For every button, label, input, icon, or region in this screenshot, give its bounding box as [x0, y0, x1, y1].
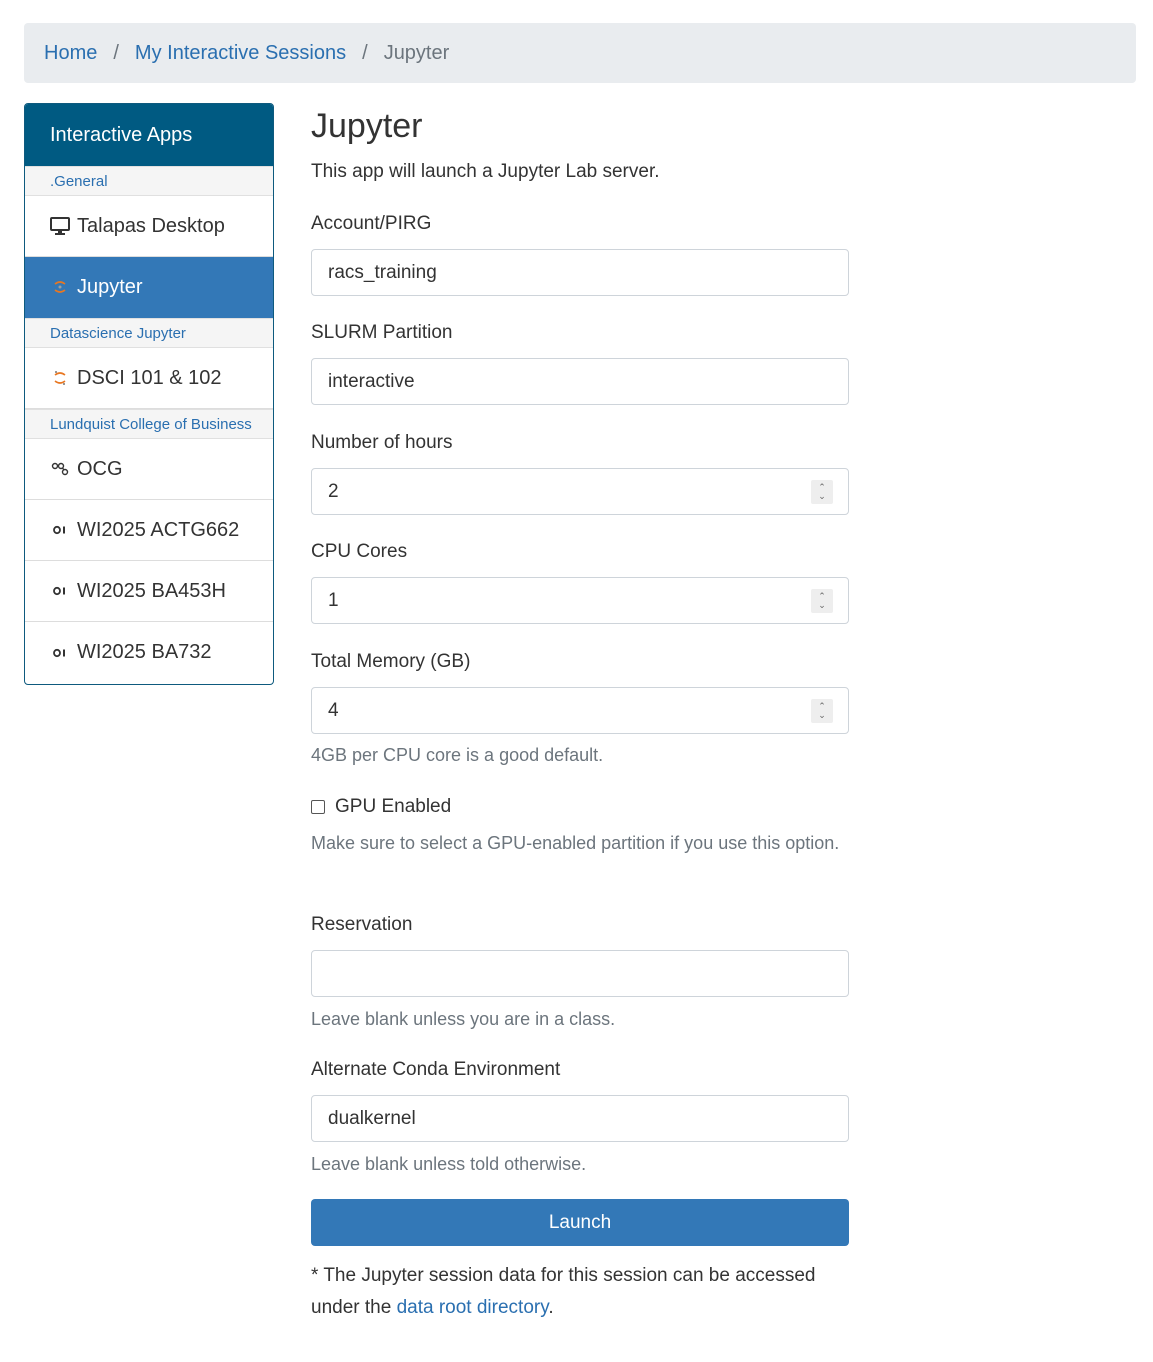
sidebar-item-label: WI2025 BA453H — [77, 579, 226, 602]
account-label: Account/PIRG — [311, 213, 432, 234]
launch-button[interactable]: Launch — [311, 1199, 849, 1246]
memory-value: 4 — [328, 699, 339, 721]
breadcrumb-current: Jupyter — [383, 41, 450, 64]
sidebar-item-talapas-desktop[interactable]: Talapas Desktop — [25, 196, 273, 257]
cores-spinner[interactable]: ⌃ ⌄ — [811, 589, 833, 613]
sidebar-item-actg662[interactable]: WI2025 ACTG662 — [25, 500, 273, 561]
partition-label: SLURM Partition — [311, 322, 453, 343]
reservation-help: Leave blank unless you are in a class. — [311, 1009, 616, 1029]
sidebar-item-label: DSCI 101 & 102 — [77, 366, 222, 389]
app-description: This app will launch a Jupyter Lab serve… — [311, 161, 660, 182]
hours-spinner[interactable]: ⌃ ⌄ — [811, 480, 833, 504]
cores-value: 1 — [328, 589, 339, 611]
gpu-checkbox-row[interactable]: GPU Enabled — [311, 796, 451, 818]
jupyter-icon — [50, 279, 70, 295]
footnote-suffix: . — [548, 1297, 554, 1318]
hours-value: 2 — [328, 480, 339, 502]
breadcrumb-sessions-link[interactable]: My Interactive Sessions — [135, 42, 346, 65]
sidebar-item-ba453h[interactable]: WI2025 BA453H — [25, 561, 273, 622]
memory-input[interactable]: 4 ⌃ ⌄ — [311, 687, 849, 734]
cores-label: CPU Cores — [311, 541, 408, 562]
sidebar-item-ba732[interactable]: WI2025 BA732 — [25, 622, 273, 683]
desktop-icon — [50, 217, 70, 235]
chevron-down-icon[interactable]: ⌄ — [818, 601, 826, 610]
jupyter-logo-icon — [50, 370, 70, 386]
sidebar-group-lundquist: Lundquist College of Business — [25, 409, 273, 439]
breadcrumb: Home / My Interactive Sessions / Jupyter — [24, 23, 1136, 83]
gpu-label: GPU Enabled — [335, 796, 452, 817]
memory-spinner[interactable]: ⌃ ⌄ — [811, 699, 833, 723]
sidebar: Interactive Apps .General Talapas Deskto… — [24, 103, 274, 685]
breadcrumb-home-link[interactable]: Home — [44, 42, 97, 65]
session-data-note: * The Jupyter session data for this sess… — [311, 1260, 849, 1324]
data-root-directory-link[interactable]: data root directory — [397, 1297, 549, 1318]
oi-icon — [50, 648, 70, 658]
hours-input[interactable]: 2 ⌃ ⌄ — [311, 468, 849, 515]
gpu-checkbox[interactable] — [311, 800, 325, 814]
sidebar-item-label: Talapas Desktop — [77, 214, 225, 237]
chevron-down-icon[interactable]: ⌄ — [818, 492, 826, 501]
sidebar-header: Interactive Apps — [25, 104, 273, 166]
oi-icon — [50, 586, 70, 596]
account-input[interactable]: racs_training — [311, 249, 849, 296]
memory-help: 4GB per CPU core is a good default. — [311, 745, 604, 765]
partition-value: interactive — [328, 370, 415, 392]
gpu-help: Make sure to select a GPU-enabled partit… — [311, 833, 840, 853]
sidebar-item-label: WI2025 BA732 — [77, 641, 212, 663]
memory-label: Total Memory (GB) — [311, 651, 471, 672]
hours-label: Number of hours — [311, 432, 453, 453]
sidebar-item-dsci[interactable]: DSCI 101 & 102 — [25, 348, 273, 409]
sidebar-item-label: Jupyter — [77, 275, 143, 298]
chevron-down-icon[interactable]: ⌄ — [818, 711, 826, 720]
sidebar-item-jupyter[interactable]: Jupyter — [25, 257, 273, 318]
account-value: racs_training — [328, 261, 437, 283]
reservation-input[interactable] — [311, 950, 849, 997]
sidebar-item-label: OCG — [77, 457, 123, 480]
sidebar-item-ocg[interactable]: OCG — [25, 439, 273, 500]
sidebar-item-label: WI2025 ACTG662 — [77, 518, 240, 541]
conda-label: Alternate Conda Environment — [311, 1059, 561, 1080]
oi-icon — [50, 525, 70, 535]
conda-input[interactable]: dualkernel — [311, 1095, 849, 1142]
page-title: Jupyter — [311, 107, 423, 145]
conda-help: Leave blank unless told otherwise. — [311, 1154, 587, 1174]
ocg-icon — [50, 461, 70, 477]
sidebar-group-datascience: Datascience Jupyter — [25, 318, 273, 348]
reservation-label: Reservation — [311, 914, 413, 935]
breadcrumb-separator: / — [113, 41, 119, 64]
partition-input[interactable]: interactive — [311, 358, 849, 405]
conda-value: dualkernel — [328, 1107, 416, 1129]
footnote-prefix: * The Jupyter session data for this sess… — [311, 1265, 816, 1318]
breadcrumb-separator: / — [362, 41, 368, 64]
sidebar-group-general: .General — [25, 166, 273, 196]
cores-input[interactable]: 1 ⌃ ⌄ — [311, 577, 849, 624]
